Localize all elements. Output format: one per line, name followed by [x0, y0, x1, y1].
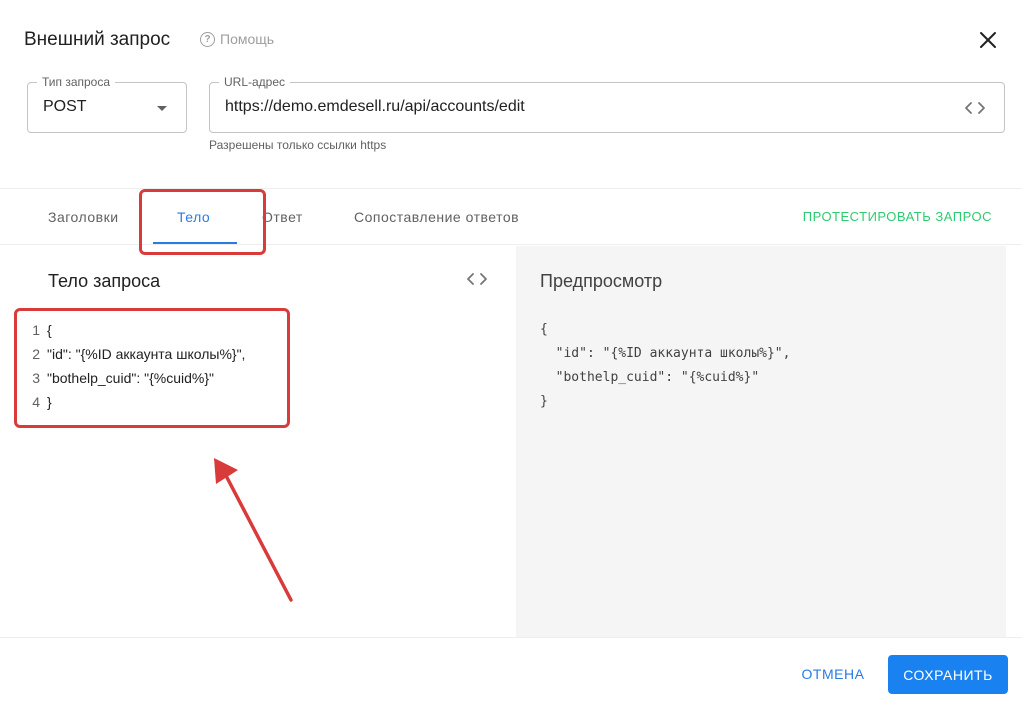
dropdown-arrow-icon	[157, 106, 167, 111]
body-panel-title: Тело запроса	[48, 271, 161, 291]
help-label: Помощь	[220, 31, 275, 47]
preview-code: { "id": "{%ID аккаунта школы%}", "bothel…	[540, 322, 791, 409]
request-type-label: Тип запроса	[37, 75, 116, 89]
save-button[interactable]: СОХРАНИТЬ	[888, 655, 1008, 694]
preview-panel-title: Предпросмотр	[540, 271, 663, 291]
external-request-dialog: Внешний запрос ? Помощь Тип запроса POST…	[0, 0, 1022, 706]
dialog-title: Внешний запрос	[24, 29, 171, 50]
url-label: URL-адрес	[219, 75, 291, 89]
url-input[interactable]: URL-адрес https://demo.emdesell.ru/api/a…	[209, 75, 1005, 133]
preview-panel: Предпросмотр { "id": "{%ID аккаунта школ…	[516, 246, 1006, 637]
dialog-footer: ОТМЕНА СОХРАНИТЬ	[0, 637, 1022, 706]
url-hint: Разрешены только ссылки https	[209, 138, 387, 152]
test-request-button[interactable]: ПРОТЕСТИРОВАТЬ ЗАПРОС	[803, 209, 992, 224]
tab-response[interactable]: Ответ	[262, 209, 303, 225]
annotation-highlight-tab	[139, 189, 266, 255]
tab-headers[interactable]: Заголовки	[48, 209, 119, 225]
tab-response-mapping[interactable]: Сопоставление ответов	[354, 209, 519, 225]
request-type-value: POST	[43, 98, 87, 115]
close-icon	[980, 32, 996, 48]
help-link[interactable]: ? Помощь	[200, 31, 274, 47]
annotation-arrow-icon	[214, 458, 293, 602]
cancel-button[interactable]: ОТМЕНА	[790, 655, 876, 693]
code-brackets-icon[interactable]	[466, 270, 488, 293]
request-type-select[interactable]: Тип запроса POST	[27, 75, 187, 133]
close-button[interactable]	[975, 27, 1001, 53]
url-value: https://demo.emdesell.ru/api/accounts/ed…	[225, 98, 525, 115]
annotation-highlight-code	[14, 308, 290, 428]
code-brackets-icon[interactable]	[964, 99, 986, 122]
question-circle-icon: ?	[200, 31, 215, 47]
